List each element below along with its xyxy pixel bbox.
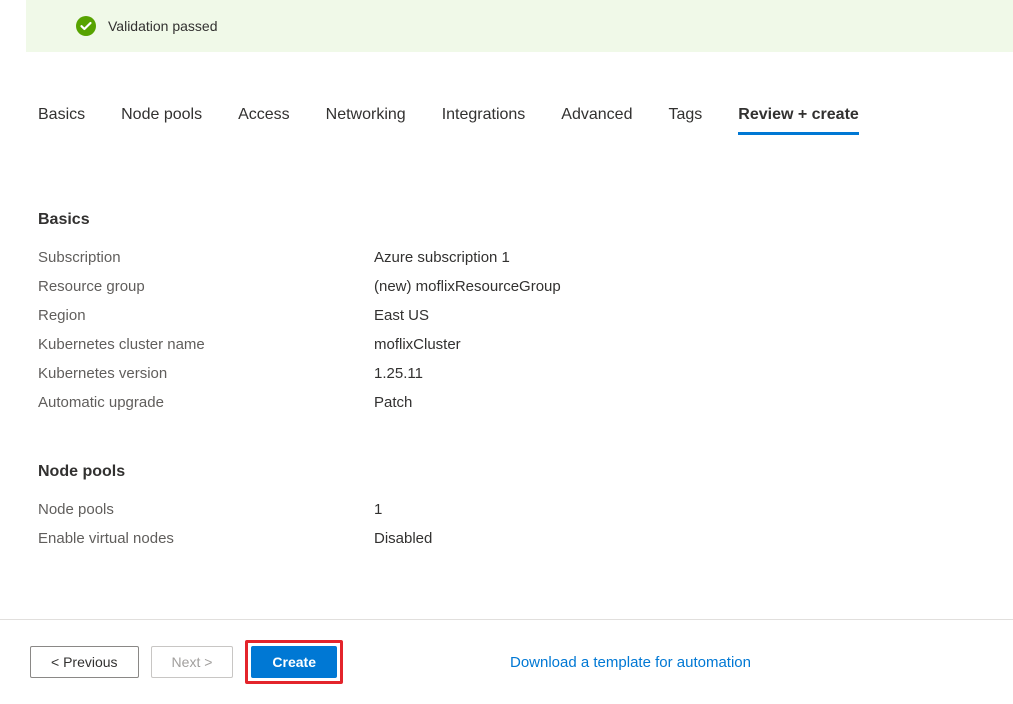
create-button-highlight: Create (245, 640, 343, 684)
row-virtual-nodes: Enable virtual nodes Disabled (38, 530, 975, 547)
previous-button[interactable]: < Previous (30, 646, 139, 678)
row-cluster-name: Kubernetes cluster name moflixCluster (38, 336, 975, 353)
download-template-link[interactable]: Download a template for automation (510, 654, 751, 671)
tab-networking[interactable]: Networking (326, 106, 406, 135)
create-button[interactable]: Create (251, 646, 337, 678)
tab-integrations[interactable]: Integrations (442, 106, 526, 135)
tab-node-pools[interactable]: Node pools (121, 106, 202, 135)
tab-access[interactable]: Access (238, 106, 290, 135)
label-resource-group: Resource group (38, 278, 374, 295)
label-auto-upgrade: Automatic upgrade (38, 394, 374, 411)
label-k8s-version: Kubernetes version (38, 365, 374, 382)
row-subscription: Subscription Azure subscription 1 (38, 249, 975, 266)
value-resource-group: (new) moflixResourceGroup (374, 278, 561, 295)
value-cluster-name: moflixCluster (374, 336, 461, 353)
wizard-footer: < Previous Next > Create Download a temp… (0, 619, 1013, 704)
tab-basics[interactable]: Basics (38, 106, 85, 135)
review-content: Basics Subscription Azure subscription 1… (0, 211, 1013, 547)
value-k8s-version: 1.25.11 (374, 365, 423, 382)
validation-message: Validation passed (108, 18, 217, 34)
validation-banner: Validation passed (26, 0, 1013, 52)
value-region: East US (374, 307, 429, 324)
tab-review-create[interactable]: Review + create (738, 106, 859, 135)
row-resource-group: Resource group (new) moflixResourceGroup (38, 278, 975, 295)
tab-tags[interactable]: Tags (668, 106, 702, 135)
section-node-pools: Node pools Node pools 1 Enable virtual n… (38, 463, 975, 547)
row-k8s-version: Kubernetes version 1.25.11 (38, 365, 975, 382)
row-node-pools-count: Node pools 1 (38, 501, 975, 518)
value-auto-upgrade: Patch (374, 394, 412, 411)
value-virtual-nodes: Disabled (374, 530, 432, 547)
label-node-pools-count: Node pools (38, 501, 374, 518)
label-subscription: Subscription (38, 249, 374, 266)
section-basics: Basics Subscription Azure subscription 1… (38, 211, 975, 411)
value-subscription: Azure subscription 1 (374, 249, 510, 266)
tab-advanced[interactable]: Advanced (561, 106, 632, 135)
label-region: Region (38, 307, 374, 324)
section-heading-node-pools: Node pools (38, 463, 975, 481)
value-node-pools-count: 1 (374, 501, 382, 518)
wizard-tabs: Basics Node pools Access Networking Inte… (0, 106, 1013, 135)
label-virtual-nodes: Enable virtual nodes (38, 530, 374, 547)
label-cluster-name: Kubernetes cluster name (38, 336, 374, 353)
row-region: Region East US (38, 307, 975, 324)
check-circle-icon (76, 16, 96, 36)
next-button: Next > (151, 646, 234, 678)
section-heading-basics: Basics (38, 211, 975, 229)
row-auto-upgrade: Automatic upgrade Patch (38, 394, 975, 411)
